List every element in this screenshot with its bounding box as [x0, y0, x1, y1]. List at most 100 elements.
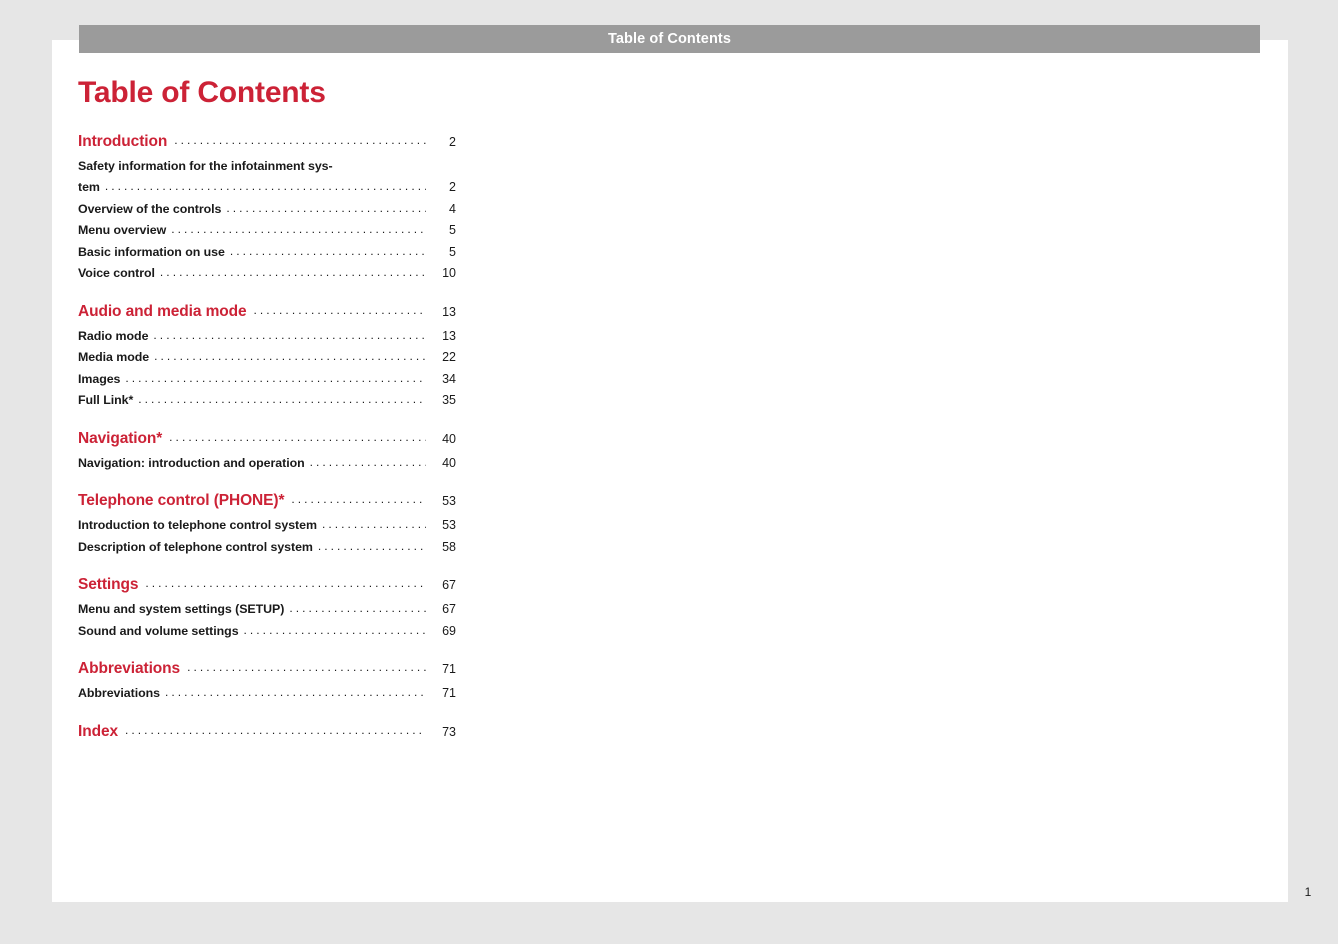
toc-leader-dots [291, 493, 426, 505]
toc-entry-label: Basic information on use [78, 244, 225, 259]
toc-entry-label: Overview of the controls [78, 201, 222, 216]
toc-entry-label: Full Link* [78, 393, 134, 408]
toc-section-row[interactable]: Settings 67 [78, 572, 456, 599]
toc-section-row[interactable]: Telephone control (PHONE)* 53 [78, 488, 456, 515]
toc-entry-row[interactable]: Menu overview 5 [78, 220, 456, 242]
toc-entry-row[interactable]: Abbreviations 71 [78, 683, 456, 705]
toc-leader-dots [254, 304, 426, 316]
toc-section-row[interactable]: Abbreviations 71 [78, 656, 456, 683]
toc-page-number: 5 [449, 223, 456, 238]
toc-entry-label: Images [78, 371, 121, 386]
toc-entry-label: Sound and volume settings [78, 623, 239, 638]
toc-section-row[interactable]: Navigation* 40 [78, 425, 456, 452]
toc-page-number: 2 [449, 134, 456, 149]
toc-section-label: Abbreviations [78, 660, 181, 677]
toc-page-number: 5 [449, 244, 456, 259]
toc-section-row[interactable]: Audio and media mode 13 [78, 298, 456, 325]
toc-leader-dots [322, 518, 426, 530]
toc-entry-row[interactable]: Sound and volume settings 69 [78, 620, 456, 642]
toc-entry-label: Menu overview [78, 223, 167, 238]
toc-section-label: Navigation* [78, 429, 163, 447]
toc-entry-label: Introduction to telephone control system [78, 518, 317, 533]
toc-section-label: Settings [78, 576, 139, 593]
toc-leader-dots [230, 245, 426, 257]
toc-group: Index 73 [78, 718, 456, 745]
toc-entry-label: Safety information for the infotainment … [78, 158, 333, 173]
toc-entry-label: Description of telephone control system [78, 539, 313, 554]
toc-page-number: 71 [442, 662, 456, 676]
toc-leader-dots [289, 602, 426, 614]
toc-leader-dots [174, 134, 426, 146]
running-header-title: Table of Contents [607, 30, 732, 47]
toc-leader-dots [105, 180, 426, 192]
toc-leader-dots [187, 661, 426, 673]
toc-page-number: 22 [442, 350, 456, 365]
toc-page-number: 40 [442, 431, 456, 446]
toc-entry-row[interactable]: Introduction to telephone control system… [78, 515, 456, 537]
toc-page-number: 71 [442, 686, 456, 701]
toc-page-number: 40 [442, 455, 456, 470]
toc-entry-row[interactable]: Voice control 10 [78, 263, 456, 285]
toc-entry-row[interactable]: Safety information for the infotainment … [78, 155, 456, 177]
running-header-bar: Table of Contents [79, 25, 1260, 53]
toc-section-label: Introduction [78, 132, 168, 150]
toc-leader-dots [244, 624, 426, 636]
toc-leader-dots [171, 223, 426, 235]
toc-leader-dots [153, 329, 426, 341]
toc-page-number: 4 [449, 201, 456, 216]
toc-group: Navigation*40Navigation: introduction an… [78, 425, 456, 474]
toc-entry-row[interactable]: Radio mode 13 [78, 325, 456, 347]
toc-page-number: 73 [442, 724, 456, 739]
toc-page-number: 69 [442, 623, 456, 638]
toc-section-row[interactable]: Introduction 2 [78, 128, 456, 155]
toc-leader-dots [125, 724, 426, 736]
page-number-folio: 1 [1304, 885, 1312, 899]
toc-page-number: 67 [442, 578, 456, 592]
toc-section-label: Telephone control (PHONE)* [78, 492, 285, 509]
toc-entry-row[interactable]: Basic information on use 5 [78, 241, 456, 263]
toc-entry-label: Radio mode [78, 328, 149, 343]
toc-section-label: Audio and media mode [78, 302, 247, 320]
toc-leader-dots [226, 202, 426, 214]
toc-leader-dots [138, 393, 426, 405]
page-title: Table of Contents [78, 76, 326, 109]
toc-leader-dots [165, 686, 426, 698]
toc-page-number: 13 [442, 304, 456, 319]
toc-group: Telephone control (PHONE)*53Introduction… [78, 488, 456, 558]
toc-group: Audio and media mode 13 Radio mode 13 Media … [78, 298, 456, 411]
toc-entry-row[interactable]: Media mode 22 [78, 347, 456, 369]
toc-page-number: 35 [442, 393, 456, 408]
toc-entry-row[interactable]: Full Link* 35 [78, 390, 456, 412]
toc-group: Introduction 2 Safety information for the … [78, 128, 456, 284]
toc-leader-dots [154, 350, 426, 362]
toc-entry-label: Media mode [78, 350, 150, 365]
toc-section-row[interactable]: Index 73 [78, 718, 456, 745]
toc-page-number: 10 [442, 266, 456, 281]
toc-entry-row[interactable]: Overview of the controls 4 [78, 198, 456, 220]
toc-page-number: 13 [442, 328, 456, 343]
toc-leader-dots [169, 431, 426, 443]
toc-entry-label: Menu and system settings (SETUP) [78, 602, 285, 617]
toc-entry-label: Abbreviations [78, 686, 160, 701]
toc-leader-dots [160, 266, 426, 278]
toc-entry-row[interactable]: Description of telephone control system 5… [78, 536, 456, 558]
toc-entry-label: Voice control [78, 266, 155, 281]
toc-entry-row[interactable]: Images 34 [78, 368, 456, 390]
toc-group: Settings67Menu and system settings (SETU… [78, 572, 456, 642]
toc-page-number: 34 [442, 371, 456, 386]
toc-leader-dots [145, 577, 426, 589]
toc-page-number: 53 [442, 518, 456, 533]
toc-entry-label: Navigation: introduction and operation [78, 455, 305, 470]
table-of-contents-list: Introduction 2 Safety information for the … [78, 128, 456, 745]
toc-leader-dots [310, 456, 426, 468]
toc-entry-row[interactable]: Menu and system settings (SETUP) 67 [78, 599, 456, 621]
toc-leader-dots [318, 540, 426, 552]
toc-entry-row[interactable]: Navigation: introduction and operation 40 [78, 452, 456, 474]
toc-entry-label: tem [78, 180, 100, 195]
toc-leader-dots [125, 372, 426, 384]
toc-entry-row[interactable]: tem 2 [78, 177, 456, 199]
toc-page-number: 58 [442, 539, 456, 554]
toc-page-number: 2 [449, 180, 456, 195]
toc-page-number: 67 [442, 602, 456, 617]
toc-page-number: 53 [442, 494, 456, 508]
